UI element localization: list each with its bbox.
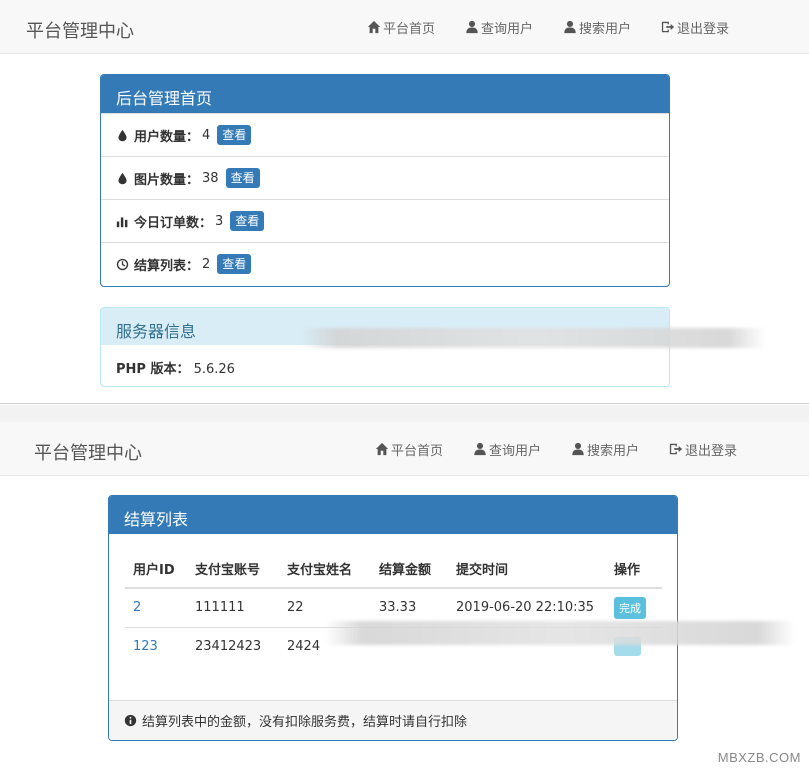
alipay-account-cell: 111111 xyxy=(187,587,279,627)
user-icon xyxy=(474,442,486,456)
settlement-panel-title: 结算列表 xyxy=(109,496,677,534)
clock-icon xyxy=(116,258,129,270)
user-icon xyxy=(466,20,478,34)
nav-search-user[interactable]: 搜索用户 xyxy=(563,18,631,37)
watermark: MBXZB.COM xyxy=(717,750,801,765)
view-orders-button[interactable]: 查看 xyxy=(230,211,265,231)
screenshot-divider xyxy=(0,405,809,422)
dashboard-panel: 后台管理首页 用户数量： 4 查看 图片数量： 38 查看 今日订单数： 3 查… xyxy=(100,74,670,287)
user-id-link[interactable]: 2 xyxy=(125,587,187,627)
brand-title[interactable]: 平台管理中心 xyxy=(26,17,134,43)
nav-query-user[interactable]: 查询用户 xyxy=(473,440,541,459)
view-settlements-button[interactable]: 查看 xyxy=(217,254,252,274)
view-users-button[interactable]: 查看 xyxy=(217,125,252,145)
settlement-screenshot: 平台管理中心 平台首页 查询用户 搜索用户 退出登录 结算列表 用户ID 支付宝… xyxy=(0,422,809,771)
redaction-blur xyxy=(325,621,795,645)
nav-home[interactable]: 平台首页 xyxy=(367,18,435,37)
complete-button[interactable]: 完成 xyxy=(614,596,646,619)
col-alipay-account: 支付宝账号 xyxy=(187,550,279,589)
dashboard-screenshot: 平台管理中心 平台首页 查询用户 搜索用户 退出登录 后台管理首页 用户数量： … xyxy=(0,0,809,404)
home-icon xyxy=(367,20,381,34)
drop-icon xyxy=(118,129,127,141)
settlement-panel: 结算列表 用户ID 支付宝账号 支付宝姓名 结算金额 提交时间 操作 2 111… xyxy=(108,495,678,741)
nav-menu: 平台首页 查询用户 搜索用户 退出登录 xyxy=(375,422,767,476)
view-images-button[interactable]: 查看 xyxy=(225,168,260,188)
nav-menu: 平台首页 查询用户 搜索用户 退出登录 xyxy=(367,0,759,54)
info-circle-icon xyxy=(124,714,137,727)
bar-chart-icon xyxy=(116,216,128,227)
nav-logout[interactable]: 退出登录 xyxy=(661,18,729,37)
top-navbar: 平台管理中心 平台首页 查询用户 搜索用户 退出登录 xyxy=(0,422,809,476)
settlement-table: 用户ID 支付宝账号 支付宝姓名 结算金额 提交时间 操作 2 111111 2… xyxy=(125,550,662,666)
footer-note: 结算列表中的金额，没有扣除服务费，结算时请自行扣除 xyxy=(142,715,468,730)
user-icon xyxy=(572,442,584,456)
nav-home[interactable]: 平台首页 xyxy=(375,440,443,459)
stat-row-images: 图片数量： 38 查看 xyxy=(101,156,669,199)
logout-icon xyxy=(669,443,683,455)
top-navbar: 平台管理中心 平台首页 查询用户 搜索用户 退出登录 xyxy=(0,0,809,54)
col-amount: 结算金额 xyxy=(371,550,448,589)
drop-icon xyxy=(118,172,127,184)
settlement-footer: 结算列表中的金额，没有扣除服务费，结算时请自行扣除 xyxy=(109,700,677,740)
home-icon xyxy=(375,442,389,456)
brand-title[interactable]: 平台管理中心 xyxy=(34,439,142,465)
nav-logout[interactable]: 退出登录 xyxy=(669,440,737,459)
col-submit-time: 提交时间 xyxy=(448,550,606,589)
logout-icon xyxy=(661,21,675,33)
stat-row-settlements: 结算列表： 2 查看 xyxy=(101,242,669,285)
stat-row-users: 用户数量： 4 查看 xyxy=(101,113,669,156)
col-user-id: 用户ID xyxy=(125,550,187,589)
php-version-row: PHP 版本： 5.6.26 xyxy=(116,362,235,377)
col-action: 操作 xyxy=(606,550,662,589)
stat-row-orders: 今日订单数： 3 查看 xyxy=(101,199,669,242)
nav-search-user[interactable]: 搜索用户 xyxy=(571,440,639,459)
col-alipay-name: 支付宝姓名 xyxy=(279,550,371,589)
user-icon xyxy=(564,20,576,34)
user-id-link[interactable]: 123 xyxy=(125,626,187,666)
dashboard-panel-title: 后台管理首页 xyxy=(101,75,669,113)
nav-query-user[interactable]: 查询用户 xyxy=(465,18,533,37)
alipay-account-cell: 23412423 xyxy=(187,626,279,666)
table-header-row: 用户ID 支付宝账号 支付宝姓名 结算金额 提交时间 操作 xyxy=(125,550,662,589)
redaction-blur xyxy=(300,328,766,348)
